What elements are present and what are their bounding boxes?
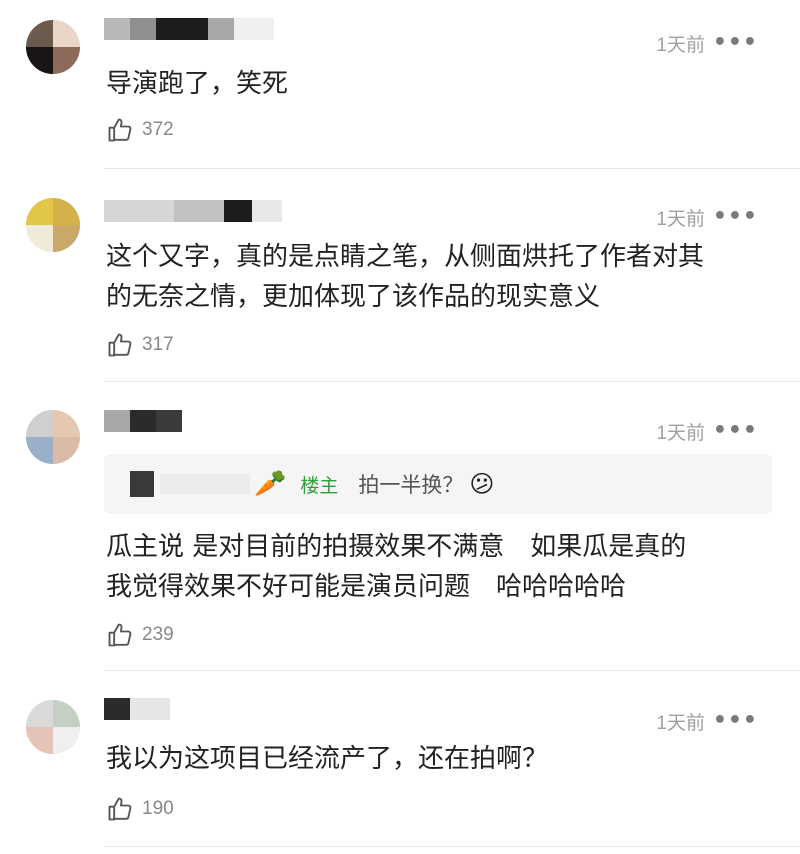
like-count: 239 — [142, 624, 174, 645]
username-redacted[interactable] — [104, 698, 170, 724]
thumbs-up-icon — [108, 118, 132, 142]
username-redacted[interactable] — [104, 18, 274, 44]
timestamp: 1天前 — [656, 713, 705, 734]
carrot-icon: 🥕 — [254, 469, 287, 499]
divider — [104, 381, 800, 382]
username-redacted[interactable] — [104, 410, 182, 436]
timestamp: 1天前 — [656, 35, 705, 56]
timestamp: 1天前 — [656, 423, 705, 444]
quoted-reply[interactable]: 🥕 楼主 拍一半换？ 😕 — [104, 454, 772, 514]
more-options-icon[interactable]: ••• — [713, 710, 758, 732]
comment-text-line: 瓜主说 是对目前的拍摄效果不满意 如果瓜是真的 — [106, 532, 687, 562]
comment-text: 瓜主说 是对目前的拍摄效果不满意 如果瓜是真的 我觉得效果不好可能是演员问题 哈… — [106, 527, 786, 607]
thumbs-up-icon — [108, 797, 132, 821]
host-badge: 楼主 — [300, 474, 339, 497]
comment-text-line: 我觉得效果不好可能是演员问题 哈哈哈哈哈 — [106, 572, 627, 602]
like-count: 372 — [142, 119, 174, 140]
username-redacted[interactable] — [104, 200, 282, 226]
timestamp: 1天前 — [656, 209, 705, 230]
avatar[interactable] — [26, 198, 80, 252]
thumbs-up-icon — [108, 333, 132, 357]
quoted-username-redacted — [130, 471, 154, 497]
like-button[interactable]: 239 — [106, 621, 174, 649]
more-options-icon[interactable]: ••• — [713, 32, 758, 54]
comment-text-line: 这个又字，真的是点睛之笔，从侧面烘托了作者对其 — [106, 242, 705, 272]
avatar[interactable] — [26, 20, 80, 74]
more-options-icon[interactable]: ••• — [713, 206, 758, 228]
comment-text: 这个又字，真的是点睛之笔，从侧面烘托了作者对其 的无奈之情，更加体现了该作品的现… — [106, 237, 786, 317]
quoted-text: 拍一半换？ — [358, 473, 464, 497]
avatar[interactable] — [26, 410, 80, 464]
more-options-icon[interactable]: ••• — [713, 420, 758, 442]
divider — [104, 670, 800, 671]
like-count: 317 — [142, 334, 174, 355]
avatar[interactable] — [26, 700, 80, 754]
like-button[interactable]: 372 — [106, 116, 174, 144]
confused-face-emoji: 😕 — [469, 470, 495, 498]
comment-text: 导演跑了，笑死 — [106, 69, 289, 99]
quoted-username-redacted — [160, 474, 250, 494]
divider — [104, 168, 800, 169]
like-button[interactable]: 317 — [106, 331, 174, 359]
comment-text: 我以为这项目已经流产了，还在拍啊？ — [106, 744, 549, 774]
like-count: 190 — [142, 798, 174, 819]
comment-text-line: 的无奈之情，更加体现了该作品的现实意义 — [106, 282, 601, 312]
divider — [104, 846, 800, 847]
like-button[interactable]: 190 — [106, 795, 174, 823]
thumbs-up-icon — [108, 623, 132, 647]
